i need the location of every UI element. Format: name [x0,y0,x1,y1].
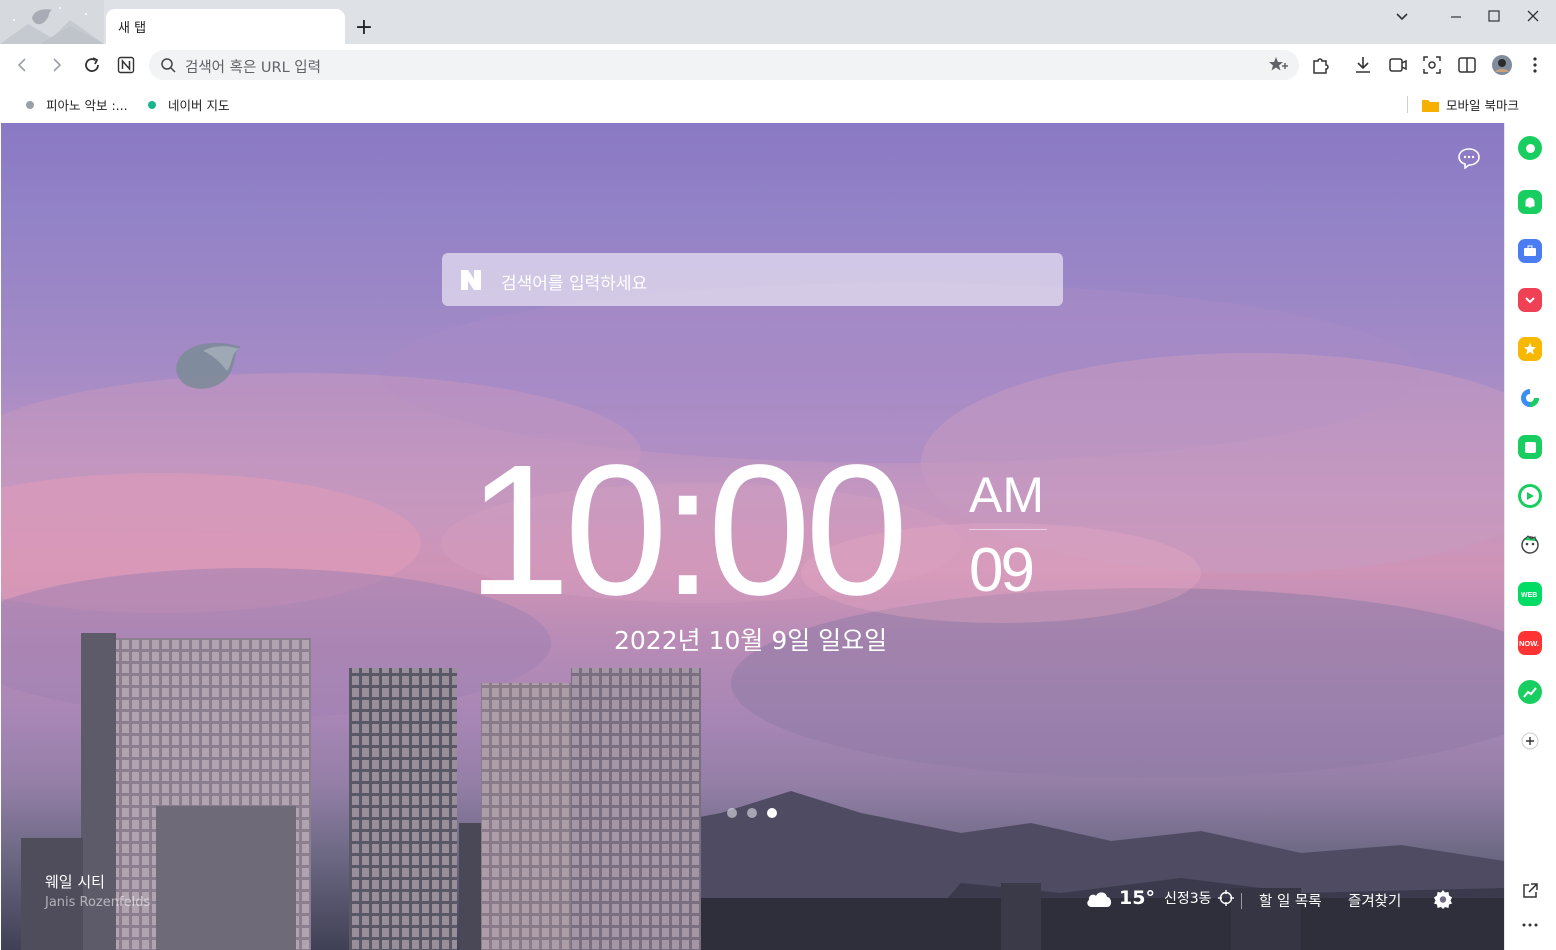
pocket-app-icon[interactable] [1518,288,1542,312]
favorites-link[interactable]: 즐겨찾기 [1348,890,1401,911]
cloud-weather-icon [1087,892,1112,907]
green-square-app-icon[interactable] [1518,435,1542,459]
maximize-icon[interactable] [1482,4,1506,28]
settings-gear-icon[interactable] [1433,889,1453,909]
mobile-bookmarks-folder[interactable]: 모바일 북마크 [1422,95,1519,114]
wallpaper-author[interactable]: Janis Rozenfelds [45,895,150,910]
tab-title: 새 탭 [118,21,147,36]
wallpaper-page-dot-active[interactable] [767,808,777,818]
search-icon [161,58,176,73]
tab-new-tab[interactable]: 새 탭 [106,9,345,44]
capture-icon[interactable] [1419,52,1445,78]
green-circle-app-icon[interactable] [1518,136,1542,160]
new-tab-page: 검색어를 입력하세요 10:00 AM 09 2022년 10월 9일 일요일 … [1,123,1504,950]
bookmark-divider [1407,96,1408,113]
forward-icon[interactable] [44,52,70,78]
toolbar: 검색어 혹은 URL 입력 [0,44,1556,86]
sidebar-more-icon[interactable] [1518,913,1542,937]
bookmark-favicon-icon [26,100,34,109]
bell-app-icon[interactable] [1518,190,1542,214]
bookmark-item[interactable]: 네이버 지도 [148,95,229,114]
location-target-icon[interactable] [1217,890,1234,906]
profile-avatar[interactable] [1489,52,1515,78]
todo-list-link[interactable]: 할 일 목록 [1259,890,1322,911]
character-app-icon[interactable] [1518,533,1542,557]
svg-text:WEB: WEB [1521,592,1537,599]
wallpaper-page-dot[interactable] [727,808,737,818]
video-icon[interactable] [1385,52,1411,78]
search-input-placeholder: 검색어를 입력하세요 [501,274,648,294]
bookmark-star-icon[interactable] [1269,56,1289,74]
new-tab-button[interactable]: + [352,15,376,40]
chat-feedback-icon[interactable] [1457,147,1481,169]
external-link-icon[interactable] [1518,879,1542,903]
minimize-icon[interactable] [1444,4,1468,28]
webtoon-app-icon[interactable]: WEB [1518,582,1542,606]
back-icon[interactable] [9,52,35,78]
bookmark-favicon-icon [148,100,156,109]
svg-text:NOW.: NOW. [1519,639,1539,648]
whale-theme-art [0,0,104,44]
bookmark-item[interactable]: 피아노 악보 :... [26,95,128,114]
wallpaper-page-dot[interactable] [747,808,757,818]
clock-seconds: 09 [969,536,1035,605]
wallpaper-title[interactable]: 웨일 시티 [45,871,105,892]
extensions-icon[interactable] [1307,52,1333,78]
naver-search-box[interactable]: 검색어를 입력하세요 [442,253,1063,306]
tab-strip: 새 탭 + [0,0,1556,44]
wallpaper-pager [727,808,777,818]
play-app-icon[interactable] [1518,484,1542,508]
address-bar-placeholder: 검색어 혹은 URL 입력 [185,60,321,76]
translate-app-icon[interactable] [1518,386,1542,410]
folder-icon [1422,99,1439,112]
bottom-divider [1241,893,1242,909]
bookmark-label: 네이버 지도 [168,98,230,113]
weather-widget[interactable]: 15° 신정3동 [1085,887,1234,909]
clock-time: 10:00 [467,427,908,634]
add-app-icon[interactable] [1518,729,1542,753]
download-icon[interactable] [1350,52,1376,78]
sidebar: WEB NOW. [1504,123,1556,950]
clock-divider [969,529,1047,530]
now-app-icon[interactable]: NOW. [1518,631,1542,655]
star-app-icon[interactable] [1518,337,1542,361]
address-bar[interactable]: 검색어 혹은 URL 입력 [149,50,1299,80]
menu-more-icon[interactable] [1522,52,1548,78]
reload-icon[interactable] [79,52,105,78]
mobile-bookmarks-label: 모바일 북마크 [1446,98,1519,113]
split-view-icon[interactable] [1454,52,1480,78]
clock-date: 2022년 10월 9일 일요일 [614,626,888,655]
weather-location: 신정3동 [1163,891,1212,907]
whale-logo-icon [176,343,241,389]
naver-home-icon[interactable] [113,52,139,78]
naver-n-logo-icon [461,270,481,290]
chart-app-icon[interactable] [1518,680,1542,704]
clock-ampm: AM [969,467,1044,523]
weather-temperature: 15° [1119,887,1155,909]
close-icon[interactable] [1521,4,1545,28]
toolbox-app-icon[interactable] [1518,239,1542,263]
bookmark-bar: 피아노 악보 :... 네이버 지도 모바일 북마크 [0,86,1556,123]
bookmark-label: 피아노 악보 :... [46,98,128,113]
tab-search-chevron-down-icon[interactable] [1390,4,1414,28]
